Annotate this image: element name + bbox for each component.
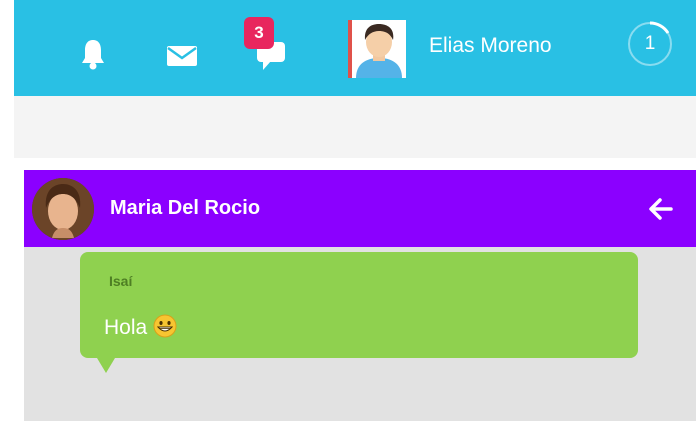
bubble-tail: [94, 353, 118, 373]
user-avatar[interactable]: [348, 20, 406, 78]
contact-avatar-image: [32, 178, 94, 240]
top-navbar: 3 Elias Moreno 1: [14, 0, 696, 96]
progress-counter[interactable]: 1: [626, 20, 674, 68]
message-list[interactable]: Isaí Hola: [24, 247, 696, 421]
message-text: Hola: [104, 316, 148, 339]
contact-avatar[interactable]: [32, 178, 94, 240]
toolbar-strip: [14, 96, 696, 158]
contact-name: Maria Del Rocio: [110, 197, 261, 219]
message-sender: Isaí: [109, 273, 133, 289]
message-text-row: Hola: [104, 314, 177, 340]
chat-header: Maria Del Rocio: [24, 170, 696, 247]
arrow-left-icon[interactable]: [644, 192, 678, 226]
counter-value: 1: [644, 33, 656, 54]
envelope-icon[interactable]: [166, 43, 198, 67]
chat-notification-badge: 3: [244, 17, 274, 49]
chat-window: Maria Del Rocio Isaí Hola: [10, 158, 696, 421]
bell-icon[interactable]: [80, 38, 106, 70]
grinning-face-emoji: [153, 314, 177, 338]
message-bubble: Isaí Hola: [80, 252, 638, 358]
user-avatar-image: [352, 20, 406, 78]
user-name[interactable]: Elias Moreno: [429, 34, 552, 58]
